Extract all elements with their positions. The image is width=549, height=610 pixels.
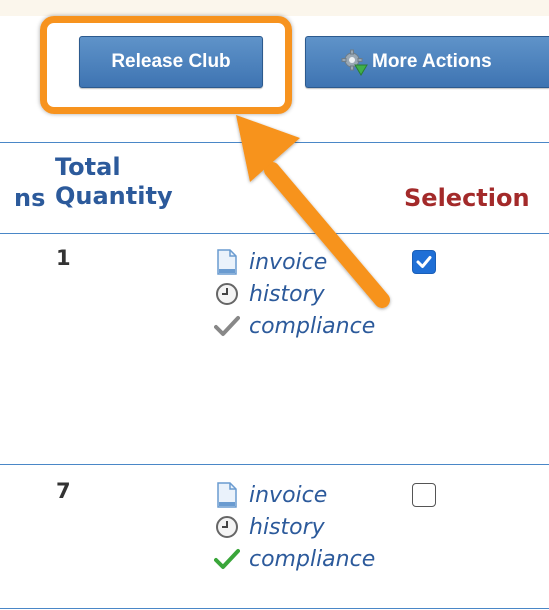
selection-checkbox[interactable] <box>412 250 436 274</box>
compliance-link[interactable]: compliance <box>249 314 375 339</box>
check-icon <box>213 313 241 339</box>
table-header-row: ns Total Quantity Selection <box>0 142 549 234</box>
document-icon <box>213 249 241 275</box>
row-links: invoice history compliance <box>213 246 375 342</box>
clock-icon <box>213 281 241 307</box>
document-icon <box>213 482 241 508</box>
column-header-partial: ns <box>14 184 46 212</box>
invoice-link[interactable]: invoice <box>249 250 327 275</box>
invoice-link[interactable]: invoice <box>249 483 327 508</box>
column-header-selection: Selection <box>404 184 530 212</box>
quantity-cell: 7 <box>56 479 71 503</box>
history-link[interactable]: history <box>249 282 325 307</box>
selection-checkbox[interactable] <box>412 483 436 507</box>
quantity-cell: 1 <box>56 246 71 270</box>
highlight-box <box>40 16 292 114</box>
gear-icon <box>341 49 368 76</box>
history-link[interactable]: history <box>249 515 325 540</box>
quantity-label: Quantity <box>55 182 173 210</box>
more-actions-button[interactable]: More Actions <box>305 36 549 88</box>
more-actions-label: More Actions <box>372 51 492 72</box>
table-row: 7 invoice history compliance <box>0 465 549 609</box>
top-strip <box>0 0 549 16</box>
toolbar: Release Club More Actions <box>0 16 549 142</box>
clock-icon <box>213 514 241 540</box>
total-label: Total <box>55 153 121 181</box>
row-links: invoice history compliance <box>213 479 375 575</box>
column-header-total-quantity: Total Quantity <box>55 153 173 211</box>
compliance-link[interactable]: compliance <box>249 547 375 572</box>
table-row: 1 invoice history compliance <box>0 232 549 465</box>
check-icon <box>213 546 241 572</box>
